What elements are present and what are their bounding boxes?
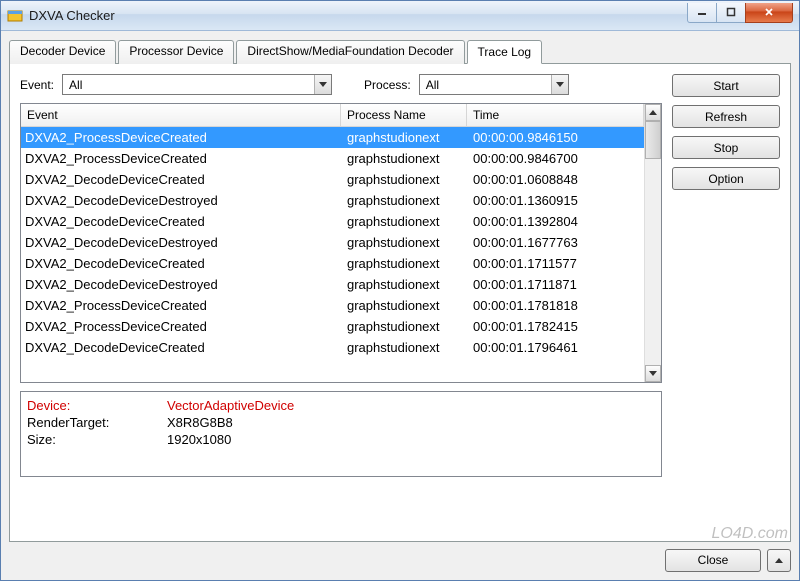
cell-process: graphstudionext	[341, 130, 467, 145]
cell-event: DXVA2_ProcessDeviceCreated	[21, 298, 341, 313]
expand-button[interactable]	[767, 549, 791, 572]
cell-process: graphstudionext	[341, 193, 467, 208]
event-filter-label: Event:	[20, 78, 54, 92]
list-header[interactable]: Event Process Name Time	[21, 104, 644, 127]
details-panel: Device: VectorAdaptiveDevice RenderTarge…	[20, 391, 662, 477]
cell-event: DXVA2_DecodeDeviceDestroyed	[21, 277, 341, 292]
table-row[interactable]: DXVA2_DecodeDeviceCreatedgraphstudionext…	[21, 211, 644, 232]
window-buttons	[688, 3, 799, 23]
tab-directshow-decoder[interactable]: DirectShow/MediaFoundation Decoder	[236, 40, 464, 64]
cell-event: DXVA2_DecodeDeviceDestroyed	[21, 235, 341, 250]
refresh-button[interactable]: Refresh	[672, 105, 780, 128]
app-window: DXVA Checker Decoder Device Processor De…	[0, 0, 800, 581]
cell-process: graphstudionext	[341, 298, 467, 313]
maximize-button[interactable]	[716, 3, 746, 23]
filter-bar: Event: All Process: All	[20, 74, 662, 95]
table-row[interactable]: DXVA2_ProcessDeviceCreatedgraphstudionex…	[21, 316, 644, 337]
tab-strip: Decoder Device Processor Device DirectSh…	[9, 39, 791, 63]
cell-process: graphstudionext	[341, 319, 467, 334]
cell-time: 00:00:01.1796461	[467, 340, 644, 355]
table-row[interactable]: DXVA2_DecodeDeviceDestroyedgraphstudione…	[21, 190, 644, 211]
scroll-up-button[interactable]	[645, 104, 661, 121]
cell-event: DXVA2_DecodeDeviceDestroyed	[21, 193, 341, 208]
cell-event: DXVA2_DecodeDeviceCreated	[21, 340, 341, 355]
table-row[interactable]: DXVA2_DecodeDeviceDestroyedgraphstudione…	[21, 232, 644, 253]
chevron-down-icon[interactable]	[314, 75, 331, 94]
cell-time: 00:00:01.1677763	[467, 235, 644, 250]
cell-time: 00:00:01.1711871	[467, 277, 644, 292]
table-row[interactable]: DXVA2_DecodeDeviceCreatedgraphstudionext…	[21, 253, 644, 274]
cell-process: graphstudionext	[341, 151, 467, 166]
window-title: DXVA Checker	[29, 8, 115, 23]
detail-render-value: X8R8G8B8	[167, 415, 233, 430]
footer-bar: Close	[9, 542, 791, 574]
cell-event: DXVA2_ProcessDeviceCreated	[21, 130, 341, 145]
table-row[interactable]: DXVA2_ProcessDeviceCreatedgraphstudionex…	[21, 127, 644, 148]
cell-process: graphstudionext	[341, 214, 467, 229]
titlebar[interactable]: DXVA Checker	[1, 1, 799, 31]
vertical-scrollbar[interactable]	[644, 104, 661, 382]
tab-decoder-device[interactable]: Decoder Device	[9, 40, 116, 64]
cell-event: DXVA2_DecodeDeviceCreated	[21, 214, 341, 229]
stop-button[interactable]: Stop	[672, 136, 780, 159]
cell-process: graphstudionext	[341, 340, 467, 355]
detail-render-label: RenderTarget:	[27, 415, 167, 430]
cell-process: graphstudionext	[341, 277, 467, 292]
event-filter-combo[interactable]: All	[62, 74, 332, 95]
app-icon	[7, 8, 23, 24]
cell-process: graphstudionext	[341, 172, 467, 187]
detail-device-label: Device:	[27, 398, 167, 413]
scroll-thumb[interactable]	[645, 121, 661, 159]
cell-time: 00:00:01.1360915	[467, 193, 644, 208]
table-row[interactable]: DXVA2_DecodeDeviceDestroyedgraphstudione…	[21, 274, 644, 295]
process-filter-combo[interactable]: All	[419, 74, 569, 95]
cell-time: 00:00:00.9846700	[467, 151, 644, 166]
cell-process: graphstudionext	[341, 256, 467, 271]
cell-event: DXVA2_ProcessDeviceCreated	[21, 319, 341, 334]
process-filter-label: Process:	[364, 78, 411, 92]
close-window-button[interactable]	[745, 3, 793, 23]
table-row[interactable]: DXVA2_DecodeDeviceCreatedgraphstudionext…	[21, 169, 644, 190]
cell-process: graphstudionext	[341, 235, 467, 250]
detail-size-value: 1920x1080	[167, 432, 231, 447]
detail-device-value: VectorAdaptiveDevice	[167, 398, 294, 413]
detail-size-label: Size:	[27, 432, 167, 447]
col-header-process[interactable]: Process Name	[341, 104, 467, 126]
start-button[interactable]: Start	[672, 74, 780, 97]
table-row[interactable]: DXVA2_DecodeDeviceCreatedgraphstudionext…	[21, 337, 644, 358]
trace-listview[interactable]: Event Process Name Time DXVA2_ProcessDev…	[20, 103, 662, 383]
tab-page-trace-log: Event: All Process: All Even	[9, 63, 791, 542]
cell-time: 00:00:01.0608848	[467, 172, 644, 187]
cell-time: 00:00:01.1711577	[467, 256, 644, 271]
cell-event: DXVA2_DecodeDeviceCreated	[21, 172, 341, 187]
col-header-time[interactable]: Time	[467, 104, 644, 126]
cell-event: DXVA2_DecodeDeviceCreated	[21, 256, 341, 271]
scroll-down-button[interactable]	[645, 365, 661, 382]
col-header-event[interactable]: Event	[21, 104, 341, 126]
event-filter-value: All	[63, 78, 314, 92]
close-button[interactable]: Close	[665, 549, 761, 572]
cell-event: DXVA2_ProcessDeviceCreated	[21, 151, 341, 166]
table-row[interactable]: DXVA2_ProcessDeviceCreatedgraphstudionex…	[21, 148, 644, 169]
tab-processor-device[interactable]: Processor Device	[118, 40, 234, 64]
chevron-down-icon[interactable]	[551, 75, 568, 94]
process-filter-value: All	[420, 78, 551, 92]
option-button[interactable]: Option	[672, 167, 780, 190]
minimize-button[interactable]	[687, 3, 717, 23]
cell-time: 00:00:00.9846150	[467, 130, 644, 145]
table-row[interactable]: DXVA2_ProcessDeviceCreatedgraphstudionex…	[21, 295, 644, 316]
cell-time: 00:00:01.1782415	[467, 319, 644, 334]
client-area: Decoder Device Processor Device DirectSh…	[1, 31, 799, 580]
cell-time: 00:00:01.1781818	[467, 298, 644, 313]
tab-trace-log[interactable]: Trace Log	[467, 40, 543, 64]
cell-time: 00:00:01.1392804	[467, 214, 644, 229]
